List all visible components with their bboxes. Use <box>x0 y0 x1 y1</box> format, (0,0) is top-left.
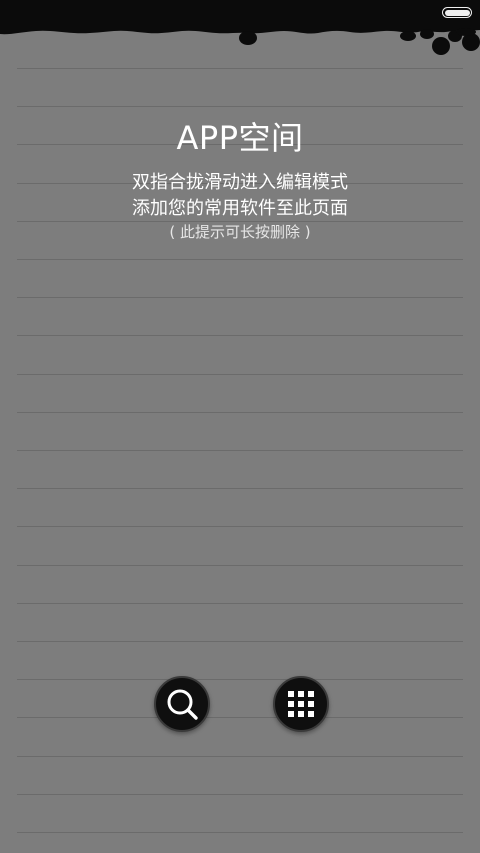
ink-drip-decoration <box>0 0 480 55</box>
hint-text[interactable]: ( 此提示可长按删除 ) <box>0 222 480 243</box>
battery-level-fill <box>444 9 470 16</box>
page-title: APP空间 <box>176 119 304 157</box>
instruction-text-edit-mode: 双指合拢滑动进入编辑模式 <box>132 172 348 193</box>
instruction-text-add-apps: 添加您的常用软件至此页面 <box>132 198 348 219</box>
search-icon <box>167 689 198 720</box>
battery-icon <box>442 7 472 18</box>
app-drawer-button[interactable] <box>273 676 329 732</box>
search-button[interactable] <box>154 676 210 732</box>
app-grid-icon <box>288 691 314 717</box>
home-screen-page: APP空间 双指合拢滑动进入编辑模式 添加您的常用软件至此页面 ( 此提示可长按… <box>0 0 480 853</box>
